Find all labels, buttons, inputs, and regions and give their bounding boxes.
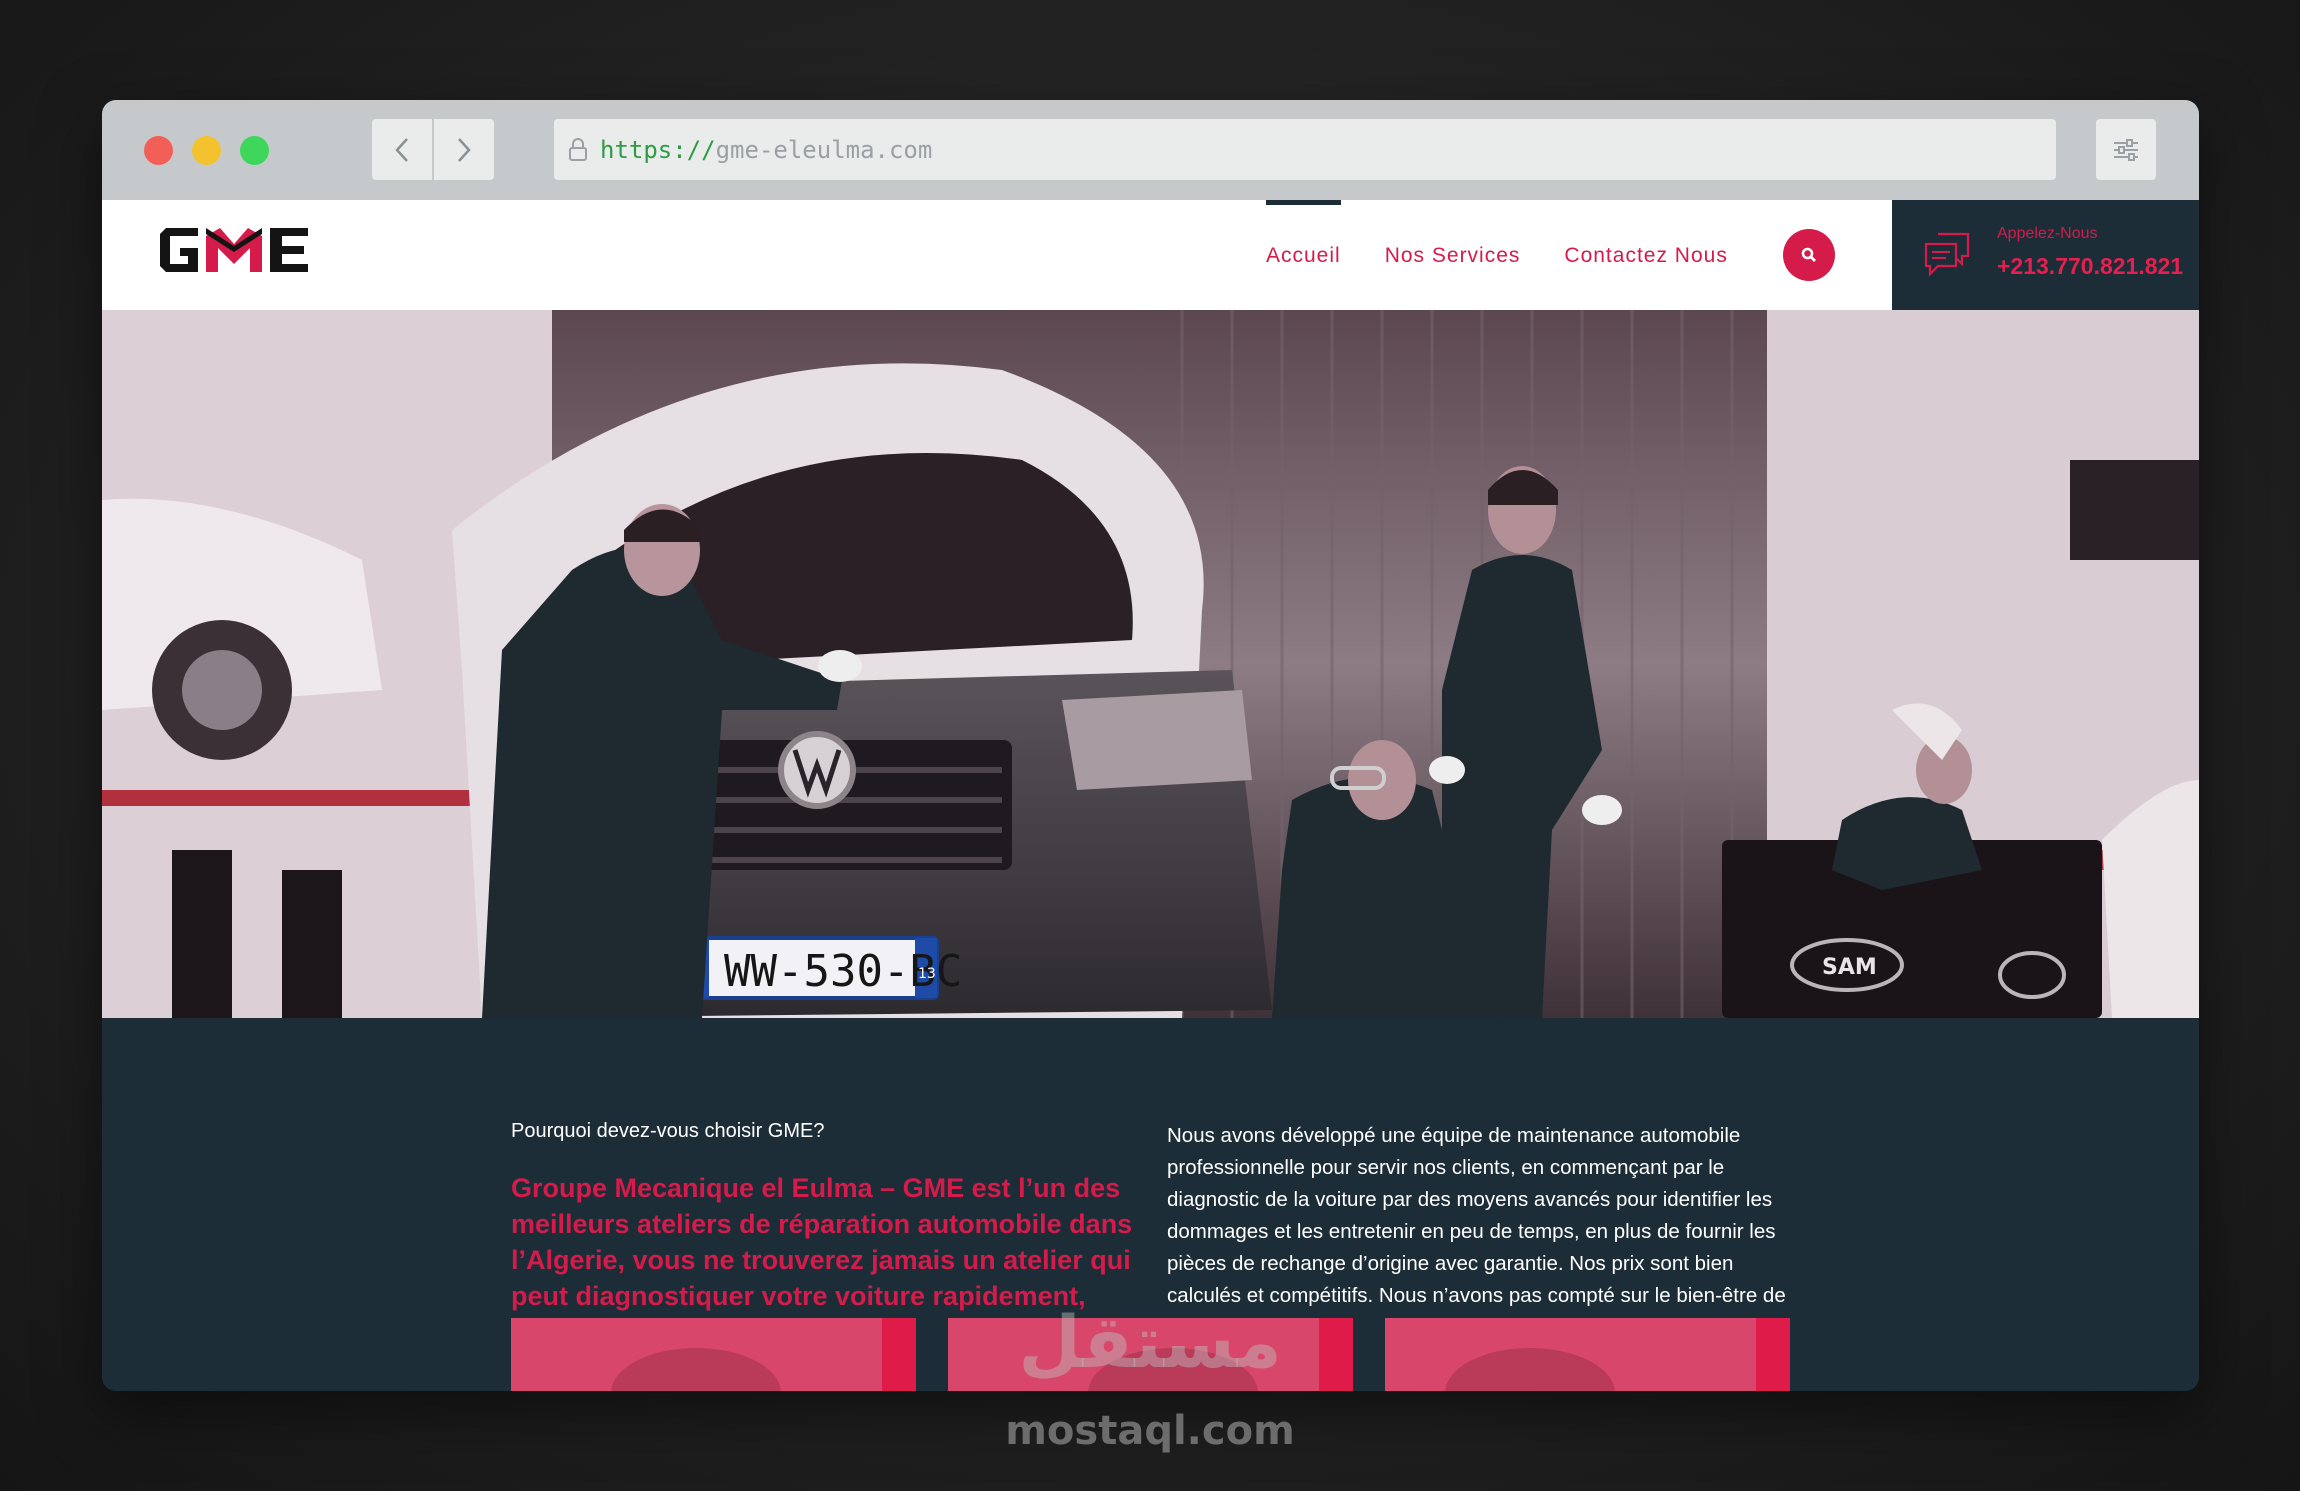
watermark-arabic: مستقل	[1018, 1300, 1282, 1384]
browser-toolbar: https:// gme-eleulma.com	[102, 100, 2199, 200]
browser-window: https:// gme-eleulma.com Accueil Nos Ser…	[102, 100, 2199, 1391]
call-box[interactable]: Appelez-Nous +213.770.821.821	[1892, 200, 2199, 310]
main-menu: Accueil Nos Services Contactez Nous	[1244, 200, 1750, 310]
hero-image: WW-530-BC 13 SAM	[102, 310, 2199, 1018]
search-icon	[1801, 247, 1816, 262]
chevron-left-icon	[395, 137, 408, 162]
forward-button[interactable]	[434, 119, 494, 180]
menu-item-accueil[interactable]: Accueil	[1244, 200, 1363, 310]
service-card[interactable]	[1385, 1318, 1790, 1391]
garage-mechanics-photo: WW-530-BC 13 SAM	[102, 310, 2199, 1018]
chevron-right-icon	[458, 137, 471, 162]
lock-icon	[568, 137, 588, 162]
website: Accueil Nos Services Contactez Nous Appe…	[102, 200, 2199, 1391]
card-image	[1445, 1348, 1615, 1391]
menu-item-contactez-nous[interactable]: Contactez Nous	[1542, 200, 1749, 310]
address-bar[interactable]: https:// gme-eleulma.com	[554, 119, 2056, 180]
settings-button[interactable]	[2096, 119, 2156, 180]
maximize-window-button[interactable]	[240, 136, 269, 165]
menu-item-nos-services[interactable]: Nos Services	[1363, 200, 1543, 310]
minimize-window-button[interactable]	[192, 136, 221, 165]
call-phone-number[interactable]: +213.770.821.821	[1997, 253, 2183, 280]
gme-logo[interactable]	[158, 224, 310, 280]
watermark-latin: mostaql.com	[1005, 1408, 1295, 1454]
section-question: Pourquoi devez-vous choisir GME?	[511, 1120, 825, 1142]
equipment-brand: SAM	[1822, 955, 1877, 980]
call-label: Appelez-Nous	[1997, 225, 2098, 242]
back-button[interactable]	[372, 119, 432, 180]
search-button[interactable]	[1783, 229, 1835, 281]
url-scheme: https://	[600, 135, 716, 164]
chat-bubbles-icon	[1924, 232, 1970, 277]
site-header: Accueil Nos Services Contactez Nous Appe…	[102, 200, 2199, 310]
close-window-button[interactable]	[144, 136, 173, 165]
service-card[interactable]	[511, 1318, 916, 1391]
card-accent	[1319, 1318, 1353, 1391]
card-accent	[882, 1318, 916, 1391]
url-host: gme-eleulma.com	[715, 135, 933, 164]
card-image	[611, 1348, 781, 1391]
card-accent	[1756, 1318, 1790, 1391]
sliders-icon	[2114, 138, 2138, 161]
license-plate-region: 13	[918, 966, 936, 982]
